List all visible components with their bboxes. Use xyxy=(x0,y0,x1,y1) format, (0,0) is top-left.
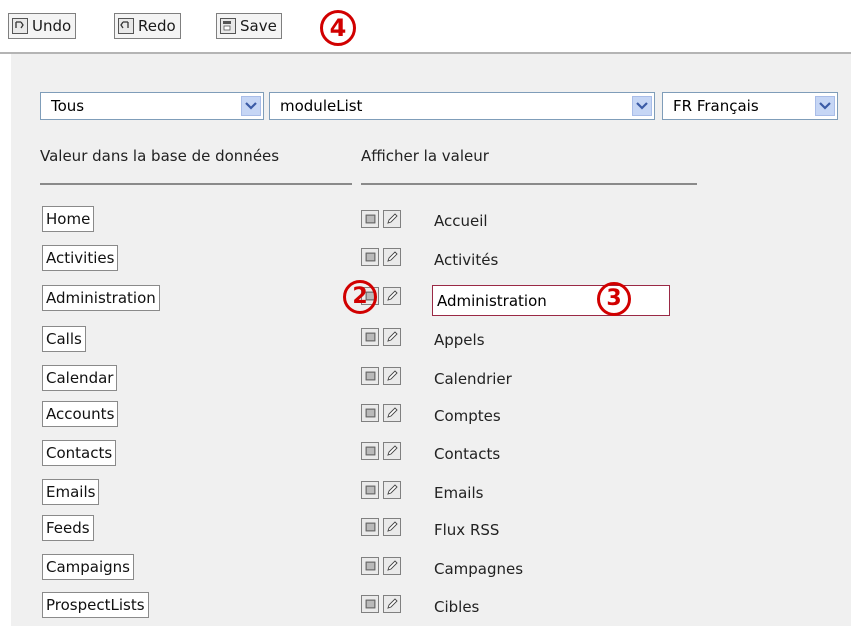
pencil-icon[interactable] xyxy=(383,518,401,536)
key-box-accounts: Accounts xyxy=(42,401,119,427)
delete-icon[interactable] xyxy=(361,248,379,266)
redo-button[interactable]: Redo xyxy=(114,13,181,39)
display-value[interactable]: Activités xyxy=(434,251,498,269)
chevron-down-icon[interactable] xyxy=(632,96,652,116)
pencil-icon[interactable] xyxy=(383,442,401,460)
delete-icon[interactable] xyxy=(361,442,379,460)
delete-icon[interactable] xyxy=(361,595,379,613)
save-icon xyxy=(220,18,236,34)
language-select-value: FR Français xyxy=(673,97,759,115)
display-value[interactable]: Accueil xyxy=(434,212,488,230)
category-select[interactable]: Tous xyxy=(40,92,264,120)
display-value[interactable]: Calendrier xyxy=(434,370,512,388)
delete-icon[interactable] xyxy=(361,557,379,575)
pencil-icon[interactable] xyxy=(383,481,401,499)
save-label: Save xyxy=(240,17,277,35)
display-value[interactable]: Comptes xyxy=(434,407,501,425)
delete-icon[interactable] xyxy=(361,481,379,499)
redo-label: Redo xyxy=(138,17,176,35)
db-value-header: Valeur dans la base de données xyxy=(40,147,280,165)
module-list-select[interactable]: moduleList xyxy=(269,92,655,120)
row-actions xyxy=(361,404,401,422)
delete-icon[interactable] xyxy=(361,518,379,536)
undo-icon xyxy=(12,18,28,34)
divider xyxy=(40,183,352,185)
key-box-activities: Activities xyxy=(42,245,119,271)
annotation-marker-2: 2 xyxy=(343,280,377,314)
row-actions xyxy=(361,481,401,499)
toolbar: Undo Redo Save 4 xyxy=(0,0,851,54)
display-value-edit-input[interactable]: Administration xyxy=(432,285,670,316)
undo-button[interactable]: Undo xyxy=(8,13,77,39)
delete-icon[interactable] xyxy=(361,367,379,385)
key-box-home: Home xyxy=(42,206,95,232)
undo-label: Undo xyxy=(32,17,72,35)
row-actions xyxy=(361,248,401,266)
row-actions xyxy=(361,210,401,228)
annotation-marker-3: 3 xyxy=(597,282,631,316)
chevron-down-icon[interactable] xyxy=(241,96,261,116)
display-value[interactable]: Emails xyxy=(434,484,483,502)
language-select[interactable]: FR Français xyxy=(662,92,838,120)
row-actions xyxy=(361,442,401,460)
module-list-select-value: moduleList xyxy=(280,97,363,115)
display-value[interactable]: Appels xyxy=(434,331,485,349)
row-actions xyxy=(361,595,401,613)
main-panel xyxy=(11,54,851,626)
display-value[interactable]: Cibles xyxy=(434,598,479,616)
row-actions xyxy=(361,328,401,346)
display-value[interactable]: Contacts xyxy=(434,445,500,463)
key-box-calendar: Calendar xyxy=(42,365,118,391)
row-actions xyxy=(361,518,401,536)
row-actions xyxy=(361,367,401,385)
key-box-emails: Emails xyxy=(42,479,100,505)
delete-icon[interactable] xyxy=(361,210,379,228)
pencil-icon[interactable] xyxy=(383,210,401,228)
category-select-value: Tous xyxy=(51,97,85,115)
key-box-administration: Administration xyxy=(42,285,160,311)
chevron-down-icon[interactable] xyxy=(815,96,835,116)
redo-icon xyxy=(118,18,134,34)
row-actions xyxy=(361,557,401,575)
delete-icon[interactable] xyxy=(361,328,379,346)
edit-input-value: Administration xyxy=(437,291,547,310)
delete-icon[interactable] xyxy=(361,404,379,422)
annotation-marker-4: 4 xyxy=(320,10,356,46)
key-box-campaigns: Campaigns xyxy=(42,554,135,580)
display-value[interactable]: Campagnes xyxy=(434,560,523,578)
display-value[interactable]: Flux RSS xyxy=(434,521,499,539)
display-value-header: Afficher la valeur xyxy=(361,147,489,165)
pencil-icon[interactable] xyxy=(383,328,401,346)
key-box-contacts: Contacts xyxy=(42,440,117,466)
key-box-calls: Calls xyxy=(42,326,86,352)
key-box-prospectlists: ProspectLists xyxy=(42,592,149,618)
pencil-icon[interactable] xyxy=(383,367,401,385)
save-button[interactable]: Save xyxy=(216,13,282,39)
pencil-icon[interactable] xyxy=(383,557,401,575)
pencil-icon[interactable] xyxy=(383,595,401,613)
pencil-icon[interactable] xyxy=(383,404,401,422)
key-box-feeds: Feeds xyxy=(42,515,94,541)
pencil-icon[interactable] xyxy=(383,248,401,266)
pencil-icon[interactable] xyxy=(383,287,401,305)
divider xyxy=(361,183,697,185)
